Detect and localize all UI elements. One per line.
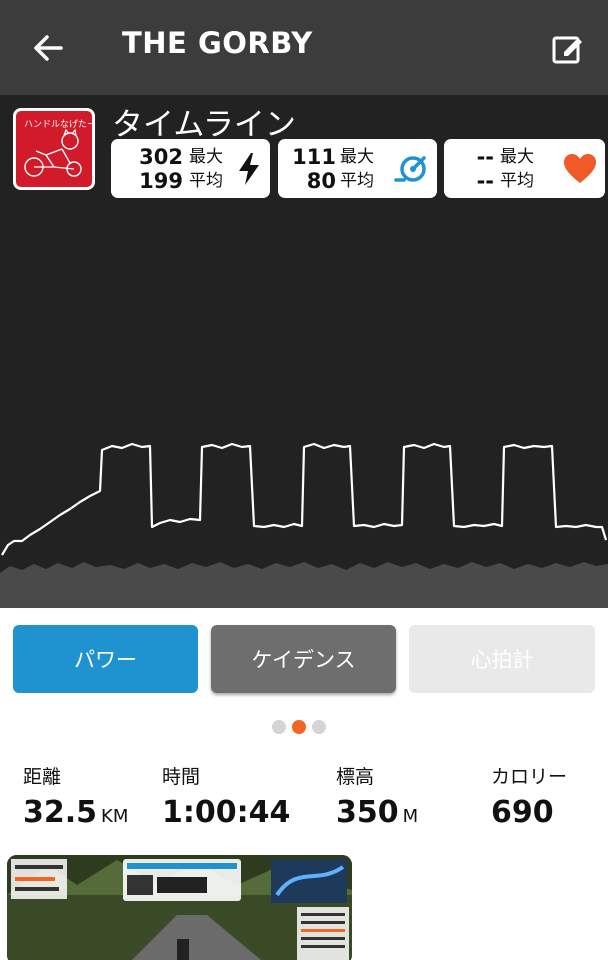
tab-power[interactable]: パワー [13,625,198,693]
distance-metric: 距離 32.5 KM [23,765,128,835]
ride-screenshot-thumbnail[interactable] [7,855,352,960]
tab-heart-rate[interactable]: 心拍計 [409,625,595,693]
elevation-unit: M [402,806,419,827]
app-header: THE GORBY [0,0,608,95]
calories-metric: カロリー 690 [491,765,567,831]
calories-label: カロリー [491,766,568,788]
timeline-chart[interactable] [0,95,608,608]
distance-value-row: 32.5 KM [23,795,128,835]
arrow-left-icon [34,35,63,61]
calories-value: 690 [491,795,554,830]
pager-dot-active[interactable] [292,720,306,734]
ride-screenshot-image [7,855,352,960]
time-metric: 時間 1:00:44 [162,765,290,831]
cadence-trace [1,442,608,556]
time-label: 時間 [162,766,201,788]
pager-dot[interactable] [312,720,326,734]
elevation-label: 標高 [336,766,375,788]
tab-cadence[interactable]: ケイデンス [211,625,396,693]
elevation-value: 350 [336,795,399,830]
back-button[interactable] [28,28,68,68]
elevation-metric: 標高 350 M [336,765,418,835]
metric-tabs: パワー ケイデンス 心拍計 [0,625,608,695]
edit-button[interactable] [546,26,590,70]
distance-label: 距離 [23,766,62,788]
time-value: 1:00:44 [162,795,291,830]
elevation-value-row: 350 M [336,795,418,835]
page-title: THE GORBY [122,26,313,60]
elevation-profile [0,562,608,608]
distance-value: 32.5 [23,795,98,830]
edit-icon [552,36,582,64]
distance-unit: KM [101,806,129,827]
pager-dot[interactable] [272,720,286,734]
pager-dots [272,720,336,734]
